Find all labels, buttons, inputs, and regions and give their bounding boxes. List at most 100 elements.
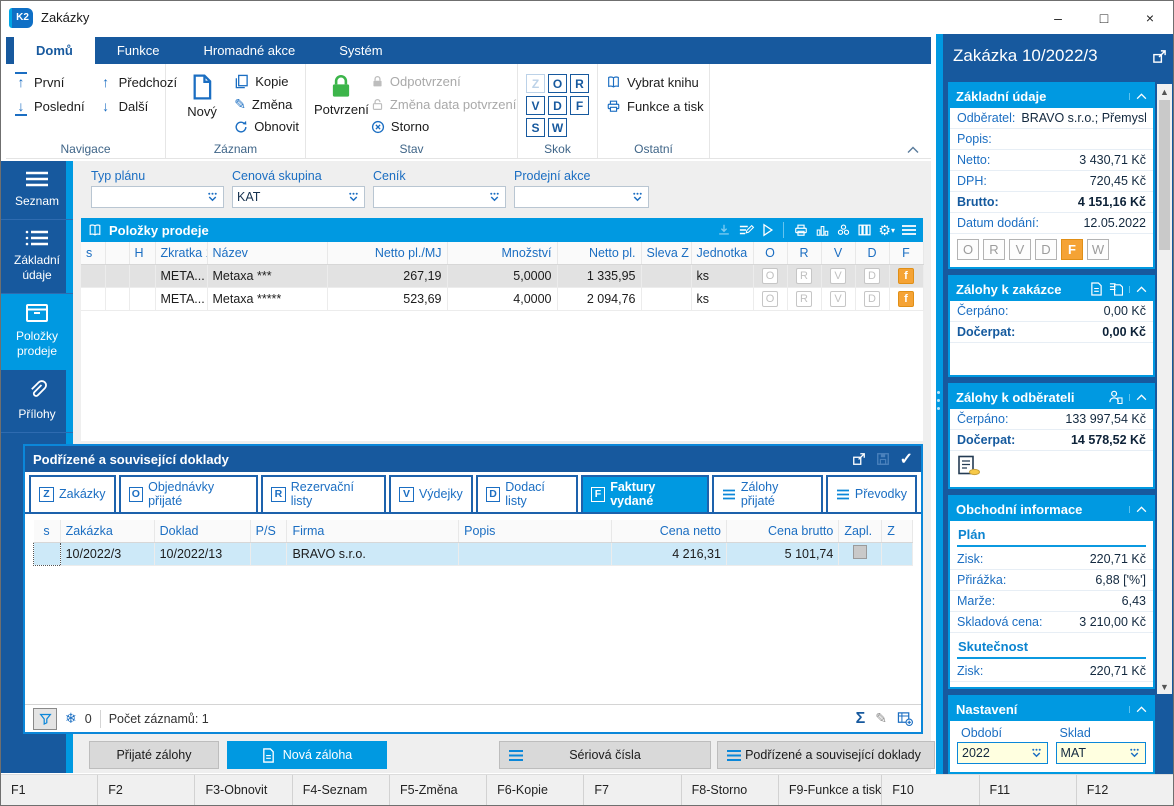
typ-planu-combo[interactable] bbox=[91, 186, 224, 208]
sidebar-item-seznam[interactable]: Seznam bbox=[1, 161, 73, 220]
chevron-up-icon[interactable] bbox=[1129, 393, 1147, 401]
print-icon[interactable] bbox=[793, 223, 809, 237]
fkey-f7[interactable]: F7 bbox=[583, 775, 680, 805]
customer-icon[interactable] bbox=[1108, 390, 1123, 404]
detail-scrollbar[interactable]: ▲ ▼ bbox=[1157, 84, 1172, 694]
chart-icon[interactable] bbox=[815, 223, 830, 237]
popout-icon[interactable] bbox=[1152, 49, 1167, 64]
scroll-up-arrow[interactable]: ▲ bbox=[1157, 84, 1172, 99]
settings-gear-icon[interactable]: ⚙ ▾ bbox=[878, 222, 895, 239]
scroll-thumb[interactable] bbox=[1159, 100, 1170, 250]
import-icon[interactable] bbox=[717, 223, 731, 237]
maximize-button[interactable]: □ bbox=[1081, 1, 1127, 34]
run-icon[interactable] bbox=[761, 223, 774, 237]
jump-r-button[interactable]: R bbox=[570, 74, 589, 93]
copy-button[interactable]: Kopie bbox=[234, 70, 299, 93]
table-row[interactable]: META... Metaxa ***** 523,69 4,0000 2 094… bbox=[81, 287, 924, 311]
fkey-f12[interactable]: F12 bbox=[1075, 775, 1173, 805]
sidebar-item-prilohy[interactable]: Přílohy bbox=[1, 370, 73, 433]
card-header[interactable]: Základní údaje bbox=[950, 84, 1153, 108]
card-header[interactable]: Zálohy k zakázce bbox=[950, 277, 1153, 301]
tab-dodaci-listy[interactable]: D Dodací listy bbox=[475, 475, 578, 512]
last-button[interactable]: ↓ Poslední bbox=[14, 94, 85, 118]
add-table-icon[interactable] bbox=[897, 711, 913, 726]
fkey-f5[interactable]: F5-Změna bbox=[388, 775, 486, 805]
minimize-button[interactable]: – bbox=[1035, 1, 1081, 34]
chevron-up-icon[interactable] bbox=[1129, 505, 1147, 513]
table-row[interactable]: 10/2022/3 10/2022/13 BRAVO s.r.o. 4 216,… bbox=[33, 541, 913, 566]
cenova-skupina-combo[interactable]: KAT bbox=[232, 186, 365, 208]
menu-icon[interactable] bbox=[901, 224, 917, 236]
podrizene-doklady-button[interactable]: Podřízené a související doklady bbox=[717, 741, 935, 769]
filter-button[interactable] bbox=[33, 707, 57, 730]
tab-funkce[interactable]: Funkce bbox=[95, 37, 182, 64]
popout-icon[interactable] bbox=[852, 452, 866, 466]
chevron-up-icon[interactable] bbox=[1129, 92, 1147, 100]
table-row[interactable]: META... Metaxa *** 267,19 5,0000 1 335,9… bbox=[81, 264, 924, 288]
document-list-icon[interactable] bbox=[1109, 282, 1123, 296]
fkey-f10[interactable]: F10 bbox=[881, 775, 978, 805]
jump-o-button[interactable]: O bbox=[548, 74, 567, 93]
fkey-f4[interactable]: F4-Seznam bbox=[291, 775, 389, 805]
seriova-cisla-button[interactable]: Sériová čísla bbox=[499, 741, 711, 769]
tab-faktury-vydane[interactable]: F Faktury vydané bbox=[580, 475, 709, 512]
invoice-money-icon[interactable] bbox=[957, 455, 981, 477]
fkey-f3[interactable]: F3-Obnovit bbox=[194, 775, 291, 805]
items-header-row[interactable]: s H Zkratka 1 Název Netto pl./MJ Množstv… bbox=[81, 242, 924, 265]
splitter-handle[interactable] bbox=[937, 391, 940, 410]
jump-w-button[interactable]: W bbox=[548, 118, 567, 137]
new-button[interactable]: Nový bbox=[174, 70, 230, 138]
jump-f-button[interactable]: F bbox=[570, 96, 589, 115]
first-button[interactable]: ↑ První bbox=[14, 70, 85, 94]
tab-hromadne-akce[interactable]: Hromadné akce bbox=[181, 37, 317, 64]
ribbon-collapse-icon[interactable] bbox=[907, 146, 919, 154]
edit-icon[interactable]: ✎ bbox=[875, 710, 887, 727]
card-header[interactable]: Nastavení bbox=[950, 697, 1153, 721]
wheel-icon[interactable] bbox=[836, 223, 851, 237]
tab-prevodky[interactable]: Převodky bbox=[825, 475, 917, 512]
prijate-zalohy-button[interactable]: Přijaté zálohy bbox=[89, 741, 219, 769]
edit-list-icon[interactable] bbox=[737, 223, 755, 237]
sidebar-item-zakladni-udaje[interactable]: Základní údaje bbox=[1, 220, 73, 294]
document-icon[interactable] bbox=[1090, 282, 1103, 296]
change-confirm-date-button[interactable]: Změna data potvrzení bbox=[371, 93, 516, 116]
chevron-up-icon[interactable] bbox=[1129, 285, 1147, 293]
fkey-f1[interactable]: F1 bbox=[1, 775, 97, 805]
columns-icon[interactable] bbox=[857, 223, 872, 237]
jump-v-button[interactable]: V bbox=[526, 96, 545, 115]
sidebar-item-polozky-prodeje[interactable]: Položky prodeje bbox=[1, 294, 73, 370]
tab-system[interactable]: Systém bbox=[317, 37, 404, 64]
check-icon[interactable]: ✓ bbox=[900, 449, 913, 469]
sum-icon[interactable]: Σ bbox=[856, 710, 866, 728]
fkey-f8[interactable]: F8-Storno bbox=[680, 775, 778, 805]
refresh-button[interactable]: Obnovit bbox=[234, 115, 299, 138]
tab-rezervacni-listy[interactable]: R Rezervační listy bbox=[261, 475, 386, 512]
paid-checkbox[interactable] bbox=[853, 545, 868, 559]
close-button[interactable]: × bbox=[1127, 1, 1173, 34]
fkey-f6[interactable]: F6-Kopie bbox=[486, 775, 583, 805]
fkey-f9[interactable]: F9-Funkce a tisk bbox=[777, 775, 881, 805]
change-button[interactable]: ✎ Změna bbox=[234, 93, 299, 116]
fkey-f2[interactable]: F2 bbox=[97, 775, 194, 805]
storno-button[interactable]: Storno bbox=[371, 115, 516, 138]
unconfirm-button[interactable]: Odpotvrzení bbox=[371, 70, 516, 93]
freeze-icon[interactable]: ❄ bbox=[65, 710, 77, 727]
cenik-combo[interactable] bbox=[373, 186, 506, 208]
tab-zakazky[interactable]: Z Zakázky bbox=[29, 475, 116, 512]
card-header[interactable]: Obchodní informace bbox=[950, 497, 1153, 521]
chevron-up-icon[interactable] bbox=[1129, 705, 1147, 713]
prodejni-akce-combo[interactable] bbox=[514, 186, 649, 208]
jump-z-button[interactable]: Z bbox=[526, 74, 545, 93]
scroll-down-arrow[interactable]: ▼ bbox=[1157, 679, 1172, 694]
select-book-button[interactable]: Vybrat knihu bbox=[606, 70, 703, 94]
tab-objednavky-prijate[interactable]: O Objednávky přijaté bbox=[118, 475, 259, 512]
save-icon[interactable] bbox=[876, 452, 890, 466]
jump-d-button[interactable]: D bbox=[548, 96, 567, 115]
tab-vydejky[interactable]: V Výdejky bbox=[388, 475, 473, 512]
nova-zaloha-button[interactable]: Nová záloha bbox=[227, 741, 387, 769]
confirm-button[interactable]: Potvrzení bbox=[314, 70, 369, 138]
tab-domu[interactable]: Domů bbox=[14, 37, 95, 64]
print-functions-button[interactable]: Funkce a tisk bbox=[606, 94, 704, 118]
jump-s-button[interactable]: S bbox=[526, 118, 545, 137]
tab-zalohy-prijate[interactable]: Zálohy přijaté bbox=[711, 475, 823, 512]
